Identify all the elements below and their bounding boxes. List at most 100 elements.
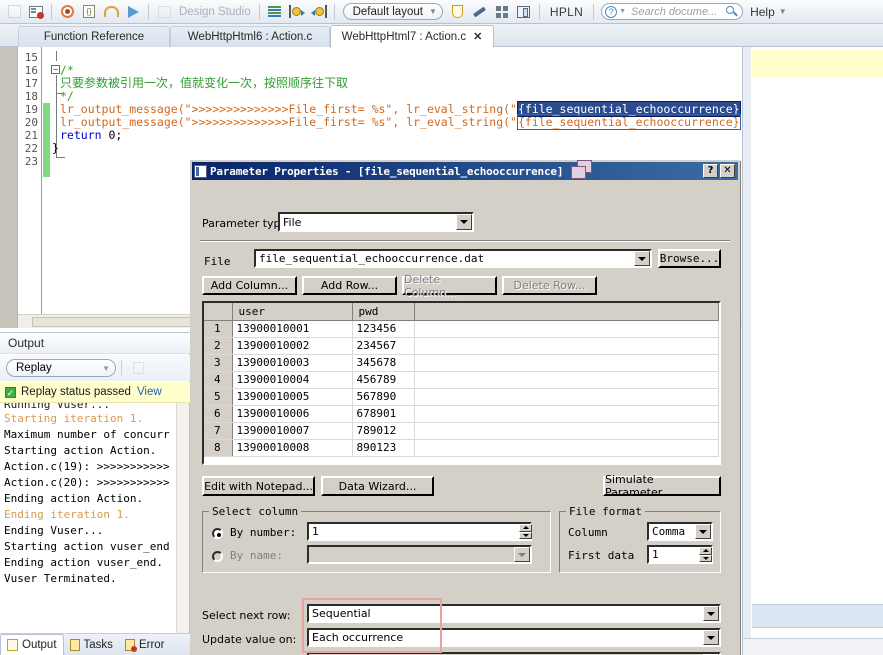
by-name-radio[interactable]: [212, 551, 223, 562]
by-number-radio[interactable]: [212, 528, 223, 539]
output-vertical-scrollbar[interactable]: [176, 403, 189, 648]
vugen-window: {} Design Studio Default layout ▼ HPLN ?…: [0, 0, 883, 655]
column-header-pwd[interactable]: pwd: [352, 303, 415, 321]
add-column-button[interactable]: Add Column...: [202, 276, 297, 295]
first-data-label: First data: [568, 549, 635, 562]
step-into-icon[interactable]: [287, 2, 307, 21]
cell-pwd[interactable]: 890123: [352, 439, 415, 457]
table-row[interactable]: 7 13900010007 789012: [204, 422, 719, 440]
cell-empty: [414, 439, 719, 457]
dialog-title-bar[interactable]: Parameter Properties - [file_sequential_…: [192, 160, 738, 180]
cell-pwd[interactable]: 345678: [352, 354, 415, 372]
update-value-on-combo[interactable]: Each occurrence: [307, 628, 721, 647]
simulate-parameter-button[interactable]: Simulate Parameter...: [603, 473, 721, 499]
compile-icon[interactable]: {}: [79, 2, 99, 21]
cell-empty: [414, 354, 719, 372]
grid-icon[interactable]: [492, 2, 512, 21]
tab-errors[interactable]: Error: [119, 634, 171, 655]
parameter-data-grid[interactable]: user pwd 1 13900010001 123456 2 13900010…: [202, 301, 721, 465]
tab-webhttphtml6[interactable]: WebHttpHtml6 : Action.c: [170, 26, 330, 47]
output-panel-title: Output: [0, 333, 190, 354]
layout-combo[interactable]: Default layout ▼: [342, 3, 443, 20]
column-header-user[interactable]: user: [232, 303, 353, 321]
replay-filter-combo[interactable]: Replay ▼: [6, 359, 116, 377]
chevron-down-icon-help[interactable]: ▼: [779, 7, 787, 16]
run-icon[interactable]: [123, 2, 143, 21]
snapshot-icon[interactable]: [514, 2, 534, 21]
column-format-dropdown-arrow[interactable]: [695, 524, 711, 539]
table-row[interactable]: 3 13900010003 345678: [204, 354, 719, 372]
parameter-properties-dialog[interactable]: Parameter Properties - [file_sequential_…: [190, 160, 740, 655]
by-number-value: 1: [312, 525, 319, 538]
cell-user[interactable]: 13900010003: [232, 354, 353, 372]
cell-pwd[interactable]: 123456: [352, 320, 415, 338]
table-row[interactable]: 5 13900010005 567890: [204, 388, 719, 406]
search-box[interactable]: ? ▼ Search docume...: [601, 3, 744, 20]
help-menu[interactable]: Help: [746, 5, 779, 19]
output-toolbar-divider: [121, 360, 122, 376]
cell-pwd[interactable]: 789012: [352, 422, 415, 440]
record-settings-icon[interactable]: [26, 2, 46, 21]
replay-undo-icon[interactable]: [101, 2, 121, 21]
cell-pwd[interactable]: 567890: [352, 388, 415, 406]
record-icon[interactable]: [57, 2, 77, 21]
main-toolbar: {} Design Studio Default layout ▼ HPLN ?…: [0, 0, 883, 24]
close-icon[interactable]: ✕: [473, 30, 482, 43]
update-value-on-dropdown-arrow[interactable]: [703, 630, 719, 645]
cell-pwd[interactable]: 234567: [352, 337, 415, 355]
by-number-input[interactable]: 1: [307, 522, 532, 541]
cell-pwd[interactable]: 456789: [352, 371, 415, 389]
search-icon[interactable]: [726, 5, 738, 18]
fold-collapse-icon[interactable]: −: [51, 65, 60, 74]
cell-user[interactable]: 13900010007: [232, 422, 353, 440]
file-dropdown-arrow[interactable]: [634, 251, 650, 266]
chevron-down-icon-search[interactable]: ▼: [619, 8, 626, 15]
cell-user[interactable]: 13900010004: [232, 371, 353, 389]
add-row-button[interactable]: Add Row...: [302, 276, 397, 295]
cell-user[interactable]: 13900010002: [232, 337, 353, 355]
search-input[interactable]: Search docume...: [628, 6, 726, 18]
log-line: Ending action Action.: [4, 492, 144, 505]
table-row[interactable]: 6 13900010006 678901: [204, 405, 719, 423]
parameter-type-combo[interactable]: File: [278, 212, 474, 232]
row-number: 8: [204, 439, 233, 457]
tab-tasks[interactable]: Tasks: [64, 634, 119, 655]
browse-button[interactable]: Browse...: [658, 249, 721, 268]
cell-user[interactable]: 13900010001: [232, 320, 353, 338]
view-link[interactable]: View: [137, 386, 162, 398]
table-row[interactable]: 2 13900010002 234567: [204, 337, 719, 355]
help-button[interactable]: ?: [703, 164, 718, 178]
table-row[interactable]: 4 13900010004 456789: [204, 371, 719, 389]
edit-with-notepad-button[interactable]: Edit with Notepad...: [202, 476, 315, 496]
select-next-row-dropdown-arrow[interactable]: [703, 606, 719, 621]
select-next-row-combo[interactable]: Sequential: [307, 604, 721, 623]
first-data-spinner[interactable]: [699, 547, 712, 562]
notes-icon[interactable]: [448, 2, 468, 21]
output-log[interactable]: Running Vuser... Starting iteration 1. M…: [0, 403, 176, 648]
cell-user[interactable]: 13900010006: [232, 405, 353, 423]
new-script-icon[interactable]: [4, 2, 24, 21]
tab-webhttphtml7[interactable]: WebHttpHtml7 : Action.c ✕: [330, 25, 494, 48]
hpln-label[interactable]: HPLN: [544, 5, 589, 19]
tab-output[interactable]: Output: [0, 634, 64, 655]
parameter-type-dropdown-arrow[interactable]: [456, 214, 472, 230]
file-path-combo[interactable]: file_sequential_echooccurrence.dat: [254, 249, 652, 268]
data-wizard-button[interactable]: Data Wizard...: [321, 476, 434, 496]
cell-pwd[interactable]: 678901: [352, 405, 415, 423]
close-button[interactable]: ✕: [720, 164, 735, 178]
pen-icon[interactable]: [470, 2, 490, 21]
by-number-spinner[interactable]: [519, 524, 532, 539]
table-row[interactable]: 8 13900010008 890123: [204, 439, 719, 457]
output-panel: Output Replay ▼ ✓ Replay status passed V…: [0, 332, 190, 655]
tasks-list-icon[interactable]: [265, 2, 285, 21]
question-icon[interactable]: ?: [605, 5, 618, 18]
clear-output-icon[interactable]: [128, 359, 148, 378]
table-row[interactable]: 1 13900010001 123456: [204, 320, 719, 338]
editor-left-margin: [0, 47, 18, 328]
step-out-icon[interactable]: [309, 2, 329, 21]
cell-user[interactable]: 13900010008: [232, 439, 353, 457]
cell-empty: [414, 371, 719, 389]
tab-function-reference[interactable]: Function Reference: [18, 26, 170, 47]
cell-user[interactable]: 13900010005: [232, 388, 353, 406]
scrollbar-thumb[interactable]: [32, 317, 198, 327]
